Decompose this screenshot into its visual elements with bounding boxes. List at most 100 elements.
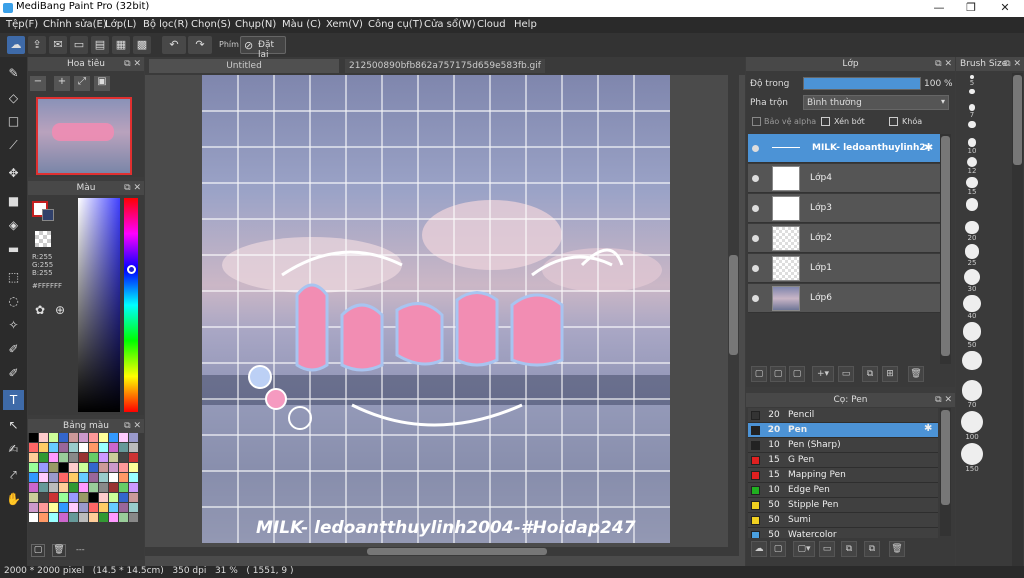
palette-swatch[interactable] (79, 503, 88, 512)
palette-swatch[interactable] (59, 483, 68, 492)
document-icon[interactable]: ▤ (91, 36, 109, 54)
palette-swatch[interactable] (79, 473, 88, 482)
palette-swatch[interactable] (79, 483, 88, 492)
palette-swatch[interactable] (39, 473, 48, 482)
folder-icon[interactable]: ▭ (838, 366, 854, 382)
transparent-color-swatch[interactable] (35, 231, 51, 247)
menu-edit[interactable]: Chỉnh sửa(E) (43, 19, 107, 30)
palette-swatch[interactable] (29, 503, 38, 512)
new-palette-icon[interactable]: ▢ (31, 544, 45, 557)
palette-swatch[interactable] (129, 483, 138, 492)
brush-scrollbar[interactable] (940, 408, 951, 536)
palette-swatch[interactable] (39, 443, 48, 452)
brush-item[interactable]: 50 Sumi (748, 513, 938, 528)
brush-size-item[interactable]: 100 (958, 411, 986, 441)
brush-size-item[interactable]: 70 (958, 380, 986, 409)
palette-swatch[interactable] (89, 483, 98, 492)
palette-swatch[interactable] (119, 473, 128, 482)
horizontal-scroll-thumb[interactable] (367, 548, 547, 555)
delete-layer-icon[interactable]: 🗑 (908, 366, 924, 382)
palette-add-icon[interactable]: ⊕ (55, 303, 65, 317)
palette-swatch[interactable] (49, 503, 58, 512)
palette-swatch[interactable] (29, 443, 38, 452)
move-tool-icon[interactable]: ✥ (3, 163, 24, 183)
vertical-scroll-thumb[interactable] (729, 255, 738, 355)
menu-help[interactable]: Help (514, 19, 537, 30)
brush-size-item[interactable] (958, 198, 986, 211)
panel-controls-icon[interactable]: ⧉ ✕ (1004, 57, 1021, 71)
cloud-icon[interactable]: ☁ (7, 36, 25, 54)
palette-swatch[interactable] (129, 443, 138, 452)
palette-swatch[interactable] (119, 433, 128, 442)
gradient-tool-icon[interactable]: ▬ (3, 239, 24, 259)
palette-swatch[interactable] (69, 443, 78, 452)
rectangle-tool-icon[interactable]: □ (3, 111, 24, 131)
brush-duplicate-icon[interactable]: ⧉ (841, 541, 857, 557)
brush-size-item[interactable]: 15 (958, 177, 986, 196)
tab-untitled[interactable]: Untitled (149, 59, 339, 73)
layers-scrollbar[interactable] (940, 134, 951, 364)
brush-size-item[interactable]: 20 (958, 220, 986, 242)
menu-layer[interactable]: Lớp(L) (105, 19, 136, 30)
drawing-canvas[interactable]: MILK- ledoantthuylinh2004-#Hoidap247 (202, 75, 670, 543)
visibility-icon[interactable] (752, 265, 759, 272)
brush-size-item[interactable]: 10 (958, 138, 986, 155)
delete-brush-icon[interactable]: 🗑 (889, 541, 905, 557)
palette-swatch[interactable] (69, 513, 78, 522)
palette-swatch[interactable] (59, 473, 68, 482)
palette-swatch[interactable] (59, 493, 68, 502)
lasso-tool-icon[interactable]: ◌ (3, 291, 24, 311)
palette-swatch[interactable] (129, 453, 138, 462)
palette-swatch[interactable] (69, 503, 78, 512)
menu-tools[interactable]: Công cụ(T) (368, 19, 423, 30)
palette-swatch[interactable] (119, 483, 128, 492)
layer-item[interactable]: Lớp6 (748, 284, 940, 313)
palette-swatch[interactable] (79, 433, 88, 442)
brush-size-item[interactable]: 40 (958, 295, 986, 320)
panel-controls-icon[interactable]: ⧉ ✕ (124, 419, 141, 433)
palette-swatch[interactable] (69, 433, 78, 442)
palette-swatch[interactable] (59, 443, 68, 452)
panel-controls-icon[interactable]: ⧉ ✕ (124, 57, 141, 71)
hand-tool-icon[interactable]: ✋ (3, 489, 24, 509)
visibility-icon[interactable] (752, 235, 759, 242)
eraser-tool-icon[interactable]: ◇ (3, 88, 24, 108)
menu-view[interactable]: Xem(V) (326, 19, 363, 30)
brush-size-item[interactable]: 50 (958, 322, 986, 349)
gear-icon[interactable]: ✱ (924, 423, 932, 434)
palette-swatch[interactable] (49, 513, 58, 522)
opacity-slider[interactable] (803, 77, 921, 90)
palette-swatch[interactable] (119, 463, 128, 472)
share-icon[interactable]: ⇪ (28, 36, 46, 54)
menu-filter[interactable]: Bộ lọc(R) (143, 19, 188, 30)
delete-palette-icon[interactable]: 🗑 (52, 544, 66, 557)
palette-swatch[interactable] (69, 493, 78, 502)
brush-size-item[interactable]: 12 (958, 157, 986, 175)
brush-menu-icon[interactable]: ▢▾ (793, 541, 815, 557)
screen-icon[interactable]: ▭ (70, 36, 88, 54)
palette-swatch[interactable] (119, 513, 128, 522)
brush-item[interactable]: 20 Pencil (748, 408, 938, 423)
brush-size-item[interactable]: 7 (958, 104, 986, 119)
brush-size-item[interactable]: 5 (958, 75, 986, 87)
palette-swatch[interactable] (99, 503, 108, 512)
minimize-button[interactable]: — (924, 0, 954, 17)
palette-swatch[interactable] (79, 463, 88, 472)
palette-swatch[interactable] (49, 473, 58, 482)
palette-swatch[interactable] (89, 473, 98, 482)
palette-swatch[interactable] (109, 513, 118, 522)
secondary-color-swatch[interactable] (42, 209, 54, 221)
blur-tool-icon[interactable]: ✍ (3, 439, 24, 459)
tiles-icon[interactable]: ▩ (133, 36, 151, 54)
palette-swatch[interactable] (89, 433, 98, 442)
palette-swatch[interactable] (129, 503, 138, 512)
palette-swatch[interactable] (39, 463, 48, 472)
visibility-icon[interactable] (752, 175, 759, 182)
palette-swatch[interactable] (69, 463, 78, 472)
palette-swatch[interactable] (89, 513, 98, 522)
palette-swatch[interactable] (119, 443, 128, 452)
reset-button[interactable]: ⊘ Đặt lại (240, 36, 286, 60)
palette-swatch[interactable] (49, 463, 58, 472)
grid-icon[interactable]: ▦ (112, 36, 130, 54)
actual-size-icon[interactable]: ▣ (94, 76, 110, 91)
